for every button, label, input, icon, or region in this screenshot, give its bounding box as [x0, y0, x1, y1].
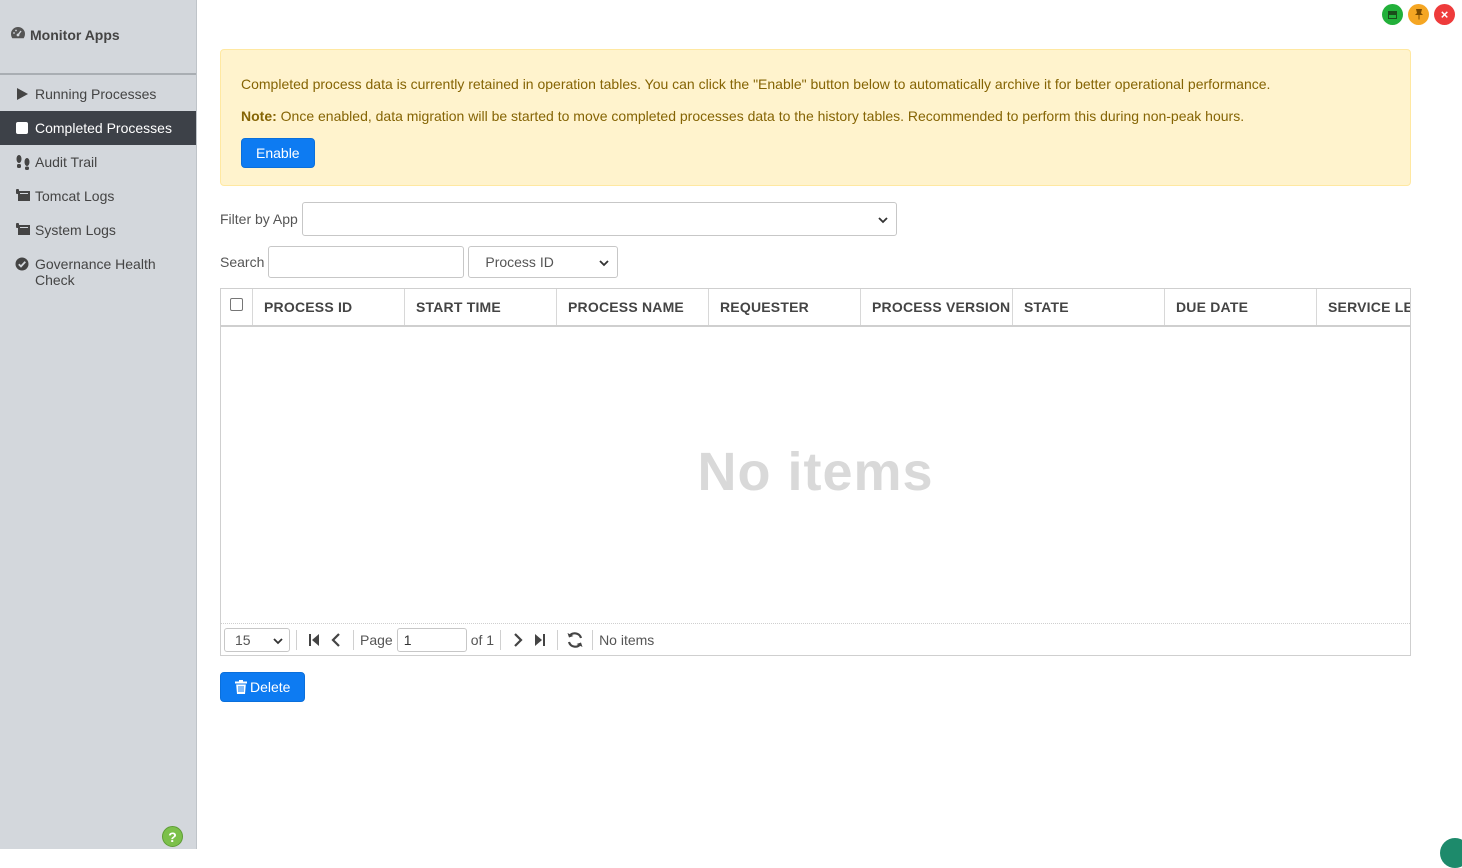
filter-label: Filter by App	[220, 211, 298, 227]
alert-note: Note: Once enabled, data migration will …	[241, 108, 1390, 124]
dashboard-icon	[10, 26, 30, 43]
sidebar-nav: Running Processes Completed Processes Au…	[0, 77, 196, 297]
column-header-process-version[interactable]: PROCESS VERSION	[861, 289, 1013, 325]
sidebar-item-governance-health-check[interactable]: Governance Health Check	[0, 247, 196, 297]
minimize-button[interactable]	[1382, 4, 1403, 25]
divider	[500, 629, 502, 650]
divider	[592, 629, 594, 650]
pager: 15 Page 1 of 1 No items	[221, 624, 1410, 655]
next-page-icon[interactable]	[509, 630, 527, 650]
search-input[interactable]	[268, 246, 465, 278]
grid-header: PROCESS ID START TIME PROCESS NAME REQUE…	[221, 289, 1410, 327]
first-page-icon[interactable]	[305, 630, 323, 650]
chevron-down-icon	[878, 211, 888, 227]
alert-message: Completed process data is currently reta…	[241, 76, 1271, 92]
process-grid: PROCESS ID START TIME PROCESS NAME REQUE…	[220, 288, 1411, 656]
help-icon: ?	[168, 828, 177, 845]
log-icon	[15, 188, 35, 204]
sidebar-item-system-logs[interactable]: System Logs	[0, 213, 196, 247]
column-header-state[interactable]: STATE	[1013, 289, 1165, 325]
column-header-process-id[interactable]: PROCESS ID	[253, 289, 405, 325]
select-all-checkbox-cell	[221, 289, 253, 325]
sidebar-title: Monitor Apps	[30, 26, 120, 43]
footsteps-icon	[15, 154, 35, 170]
help-button[interactable]: ?	[162, 826, 183, 847]
page-label: Page	[360, 631, 393, 648]
sidebar-header: Monitor Apps	[0, 0, 196, 75]
column-header-requester[interactable]: REQUESTER	[709, 289, 861, 325]
note-text: Once enabled, data migration will be sta…	[276, 108, 1245, 124]
empty-message: No items	[697, 442, 934, 502]
square-icon	[15, 120, 35, 136]
sidebar-item-completed-processes[interactable]: Completed Processes	[0, 111, 196, 145]
log-icon	[15, 222, 35, 238]
pin-icon	[1414, 7, 1424, 23]
sidebar-item-label: Governance Health Check	[35, 256, 156, 288]
trash-icon	[235, 680, 247, 694]
play-icon	[15, 86, 35, 102]
page-size-select[interactable]: 15	[224, 627, 290, 652]
delete-label: Delete	[250, 679, 291, 695]
sidebar-item-label: Audit Trail	[35, 154, 98, 170]
grid-body: No items	[221, 327, 1410, 624]
filter-app-select[interactable]	[301, 202, 897, 236]
search-label: Search	[220, 254, 265, 270]
select-all-checkbox[interactable]	[230, 297, 243, 311]
enable-button[interactable]: Enable	[241, 138, 315, 168]
chevron-down-icon	[273, 632, 283, 648]
refresh-icon[interactable]	[566, 630, 584, 650]
search-field-value: Process ID	[485, 254, 554, 270]
close-button[interactable]: ×	[1434, 4, 1455, 25]
sidebar-item-label: System Logs	[35, 222, 116, 238]
chevron-down-icon	[599, 254, 609, 270]
search-row: Search Process ID	[220, 246, 619, 278]
page-size-value: 15	[235, 631, 251, 648]
pin-button[interactable]	[1408, 4, 1429, 25]
window-icon	[1387, 7, 1398, 23]
check-circle-icon	[15, 256, 35, 272]
divider	[557, 629, 559, 650]
pager-status: No items	[599, 631, 655, 648]
sidebar: Monitor Apps Running Processes Completed…	[0, 0, 197, 849]
delete-button[interactable]: Delete	[220, 672, 306, 702]
chat-widget-button[interactable]	[1440, 838, 1462, 868]
filter-row: Filter by App	[220, 202, 897, 236]
sidebar-item-tomcat-logs[interactable]: Tomcat Logs	[0, 179, 196, 213]
sidebar-item-audit-trail[interactable]: Audit Trail	[0, 145, 196, 179]
column-header-start-time[interactable]: START TIME	[405, 289, 557, 325]
close-icon: ×	[1440, 7, 1449, 22]
column-header-due-date[interactable]: DUE DATE	[1165, 289, 1317, 325]
page-number-value: 1	[403, 631, 412, 648]
search-field-select[interactable]: Process ID	[468, 246, 619, 278]
archive-alert: Completed process data is currently reta…	[220, 49, 1411, 186]
column-header-process-name[interactable]: PROCESS NAME	[557, 289, 709, 325]
previous-page-icon[interactable]	[327, 630, 345, 650]
note-label: Note:	[241, 108, 277, 124]
divider	[296, 629, 297, 650]
last-page-icon[interactable]	[531, 630, 549, 650]
sidebar-item-running-processes[interactable]: Running Processes	[0, 77, 196, 111]
page-count-label: of 1	[470, 631, 495, 648]
sidebar-item-label: Running Processes	[35, 86, 157, 102]
sidebar-item-label: Tomcat Logs	[35, 188, 115, 204]
sidebar-item-label: Completed Processes	[35, 120, 172, 136]
column-header-service-level[interactable]: SERVICE LE	[1317, 289, 1410, 325]
page-number-input[interactable]: 1	[396, 627, 467, 652]
divider	[353, 629, 354, 650]
